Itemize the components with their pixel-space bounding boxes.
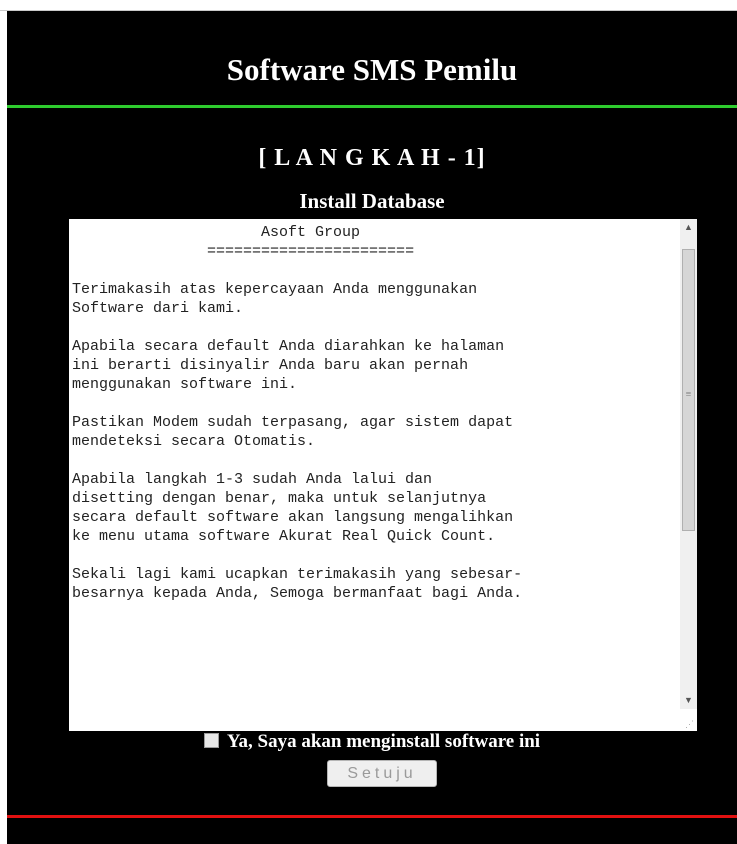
browser-top-strip bbox=[0, 0, 737, 11]
red-divider bbox=[7, 815, 737, 818]
license-textarea[interactable]: Asoft Group ======================= Teri… bbox=[69, 219, 697, 731]
page-title: Software SMS Pemilu bbox=[226, 52, 518, 87]
install-panel: Software SMS Pemilu [ L A N G K A H - 1]… bbox=[7, 11, 737, 844]
agree-row: Ya, Saya akan menginstall software ini bbox=[7, 729, 737, 755]
scroll-up-arrow-icon[interactable]: ▲ bbox=[680, 219, 697, 236]
agree-button[interactable]: Setuju bbox=[327, 760, 437, 787]
grip-icon: ≡ bbox=[685, 389, 692, 400]
agree-label: Ya, Saya akan menginstall software ini bbox=[226, 731, 541, 752]
scroll-down-arrow-icon[interactable]: ▼ bbox=[680, 692, 697, 709]
license-text: Asoft Group ======================= Teri… bbox=[72, 224, 523, 602]
step-label: [ L A N G K A H - 1] bbox=[258, 145, 486, 171]
resize-grip-icon[interactable]: ⋰ bbox=[685, 719, 695, 729]
agree-checkbox[interactable] bbox=[203, 733, 219, 749]
scrollbar-thumb[interactable]: ≡ bbox=[682, 249, 695, 531]
green-divider bbox=[7, 105, 737, 108]
step-subtitle: Install Database bbox=[299, 189, 445, 213]
textarea-scrollbar[interactable]: ▲ ≡ ▼ bbox=[680, 219, 697, 709]
